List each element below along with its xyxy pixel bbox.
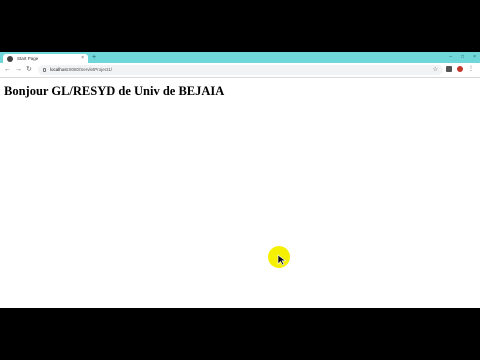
bookmark-star-icon[interactable]: ☆ xyxy=(433,66,438,74)
maximize-button[interactable]: □ xyxy=(461,53,464,61)
globe-icon xyxy=(7,55,13,62)
avatar[interactable] xyxy=(457,66,463,72)
back-button[interactable]: ← xyxy=(4,66,11,74)
tab-strip: Start Page × + – □ × xyxy=(0,52,480,63)
info-icon[interactable] xyxy=(43,67,46,72)
browser-toolbar: ← → ↻ localhost:8080/ServletProject1/ ☆ … xyxy=(0,63,480,78)
browser-window: Start Page × + – □ × ← → ↻ localhost:808… xyxy=(0,52,480,308)
reload-button[interactable]: ↻ xyxy=(26,66,32,74)
window-controls: – □ × xyxy=(449,53,476,61)
address-bar[interactable]: localhost:8080/ServletProject1/ ☆ xyxy=(38,65,443,75)
tab-start-page[interactable]: Start Page × xyxy=(3,54,88,63)
page-content: Bonjour GL/RESYD de Univ de BEJAIA xyxy=(0,78,480,308)
minimize-button[interactable]: – xyxy=(449,53,452,61)
new-tab-button[interactable]: + xyxy=(92,54,96,62)
cursor-arrow-icon xyxy=(277,254,287,266)
tab-title: Start Page xyxy=(17,56,39,61)
extension-area: ⋮ xyxy=(446,66,474,72)
menu-icon[interactable]: ⋮ xyxy=(468,66,474,72)
tab-close-button[interactable]: × xyxy=(81,55,84,62)
extension-icon[interactable] xyxy=(446,66,452,72)
close-window-button[interactable]: × xyxy=(473,53,476,61)
url-path: :8080/ServletProject1/ xyxy=(67,67,113,72)
url-host: localhost xyxy=(50,67,68,72)
page-heading: Bonjour GL/RESYD de Univ de BEJAIA xyxy=(4,84,225,98)
forward-button[interactable]: → xyxy=(15,66,22,74)
url-text[interactable]: localhost:8080/ServletProject1/ xyxy=(50,66,112,74)
